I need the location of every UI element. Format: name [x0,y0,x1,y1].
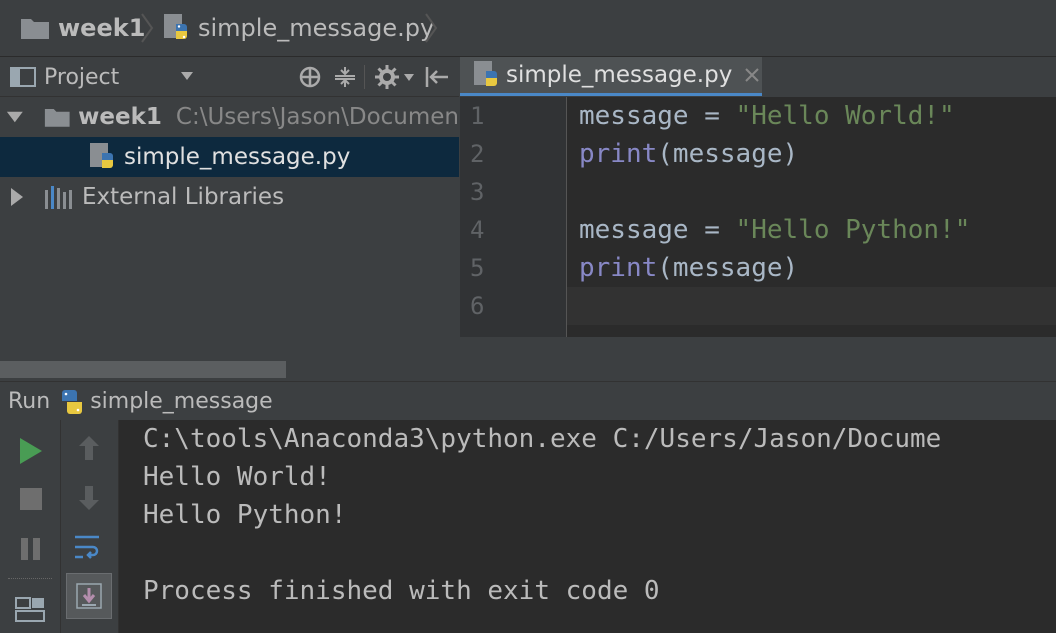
project-tree: week1 C:\Users\Jason\Documen simple_mess… [0,97,459,380]
gear-icon[interactable] [374,64,400,90]
navigation-bar: week1 simple_message.py [0,0,1056,57]
project-view-selector[interactable]: Project [10,63,119,91]
libraries-icon [45,186,72,209]
project-icon [10,67,36,87]
rerun-icon[interactable] [18,436,44,466]
breadcrumb-project-label: week1 [58,14,146,42]
tree-item-label: External Libraries [82,184,285,210]
dropdown-arrow-icon[interactable] [180,71,194,81]
line-number: 4 [470,216,485,244]
tree-item-label: week1 [78,104,162,130]
hide-panel-icon[interactable] [424,65,450,89]
editor-tab[interactable]: simple_message.py [460,57,762,96]
line-number: 5 [470,254,485,282]
console-line: Hello Python! [143,500,347,530]
line-number: 2 [470,140,485,168]
breadcrumb-project[interactable]: week1 [20,12,145,44]
python-icon [62,389,83,414]
horizontal-scrollbar[interactable] [0,361,286,378]
project-panel-header: Project [0,57,459,97]
locate-file-icon[interactable] [298,65,322,89]
console-line: C:\tools\Anaconda3\python.exe C:/Users/J… [143,424,942,454]
tree-item-label: simple_message.py [124,144,351,170]
stop-icon[interactable] [18,486,44,512]
chevron-right-icon [425,13,438,43]
python-file-icon [90,143,113,168]
gear-dropdown-arrow-icon[interactable] [404,74,414,81]
collapsed-arrow-icon[interactable] [10,187,24,207]
code-line-1: message = "Hello World!" [579,97,955,135]
folder-icon [44,109,70,127]
code-token-identifier: message = [579,215,736,245]
line-number: 1 [470,102,485,130]
folder-icon [21,19,49,39]
run-panel-title: Run [8,389,51,414]
tree-item-path: C:\Users\Jason\Documen [175,104,459,130]
toolbar-separator [8,578,52,580]
console-line: Hello World! [143,462,331,492]
line-number: 3 [470,178,485,206]
soft-wrap-icon[interactable] [73,532,105,562]
toolbar-separator [364,65,365,89]
scroll-to-end-button[interactable] [66,573,112,619]
pause-icon[interactable] [18,536,44,562]
close-icon[interactable] [744,67,760,83]
scroll-to-end-icon [76,583,102,609]
run-panel-header: Run simple_message [0,381,1056,421]
tree-item-external-libraries[interactable]: External Libraries [0,177,459,217]
arrow-down-icon[interactable] [77,484,101,512]
layout-icon[interactable] [14,594,46,624]
console-line: Process finished with exit code 0 [143,576,660,606]
code-token-builtin: print [579,253,658,283]
run-toolbar-primary [0,420,61,633]
run-config-label[interactable]: simple_message [90,389,273,414]
editor-empty-area [460,337,1056,380]
code-line-5: print(message) [579,249,798,287]
editor-tab-label: simple_message.py [506,62,733,88]
code-token-args: (message) [657,139,799,169]
breadcrumb-file-label: simple_message.py [198,14,435,42]
code-token-string: "Hello World!" [735,101,955,131]
python-file-icon [164,14,187,39]
run-toolbar-secondary [61,420,119,633]
line-number: 6 [470,292,485,320]
python-file-icon [474,61,497,86]
collapse-all-icon[interactable] [333,65,357,89]
current-line-highlight [567,287,1056,325]
code-line-2: print(message) [579,135,798,173]
expanded-arrow-icon[interactable] [6,110,24,124]
tree-item-week1[interactable]: week1 C:\Users\Jason\Documen [0,97,459,137]
arrow-up-icon[interactable] [77,434,101,462]
chevron-right-icon [141,13,154,43]
project-panel-title: Project [44,64,120,90]
code-token-identifier: message = [579,101,736,131]
code-line-4: message = "Hello Python!" [579,211,970,249]
code-token-args: (message) [657,253,799,283]
tree-item-simple-message-py[interactable]: simple_message.py [0,137,459,177]
code-token-string: "Hello Python!" [735,215,971,245]
code-token-builtin: print [579,139,658,169]
breadcrumb-file[interactable]: simple_message.py [162,12,434,44]
